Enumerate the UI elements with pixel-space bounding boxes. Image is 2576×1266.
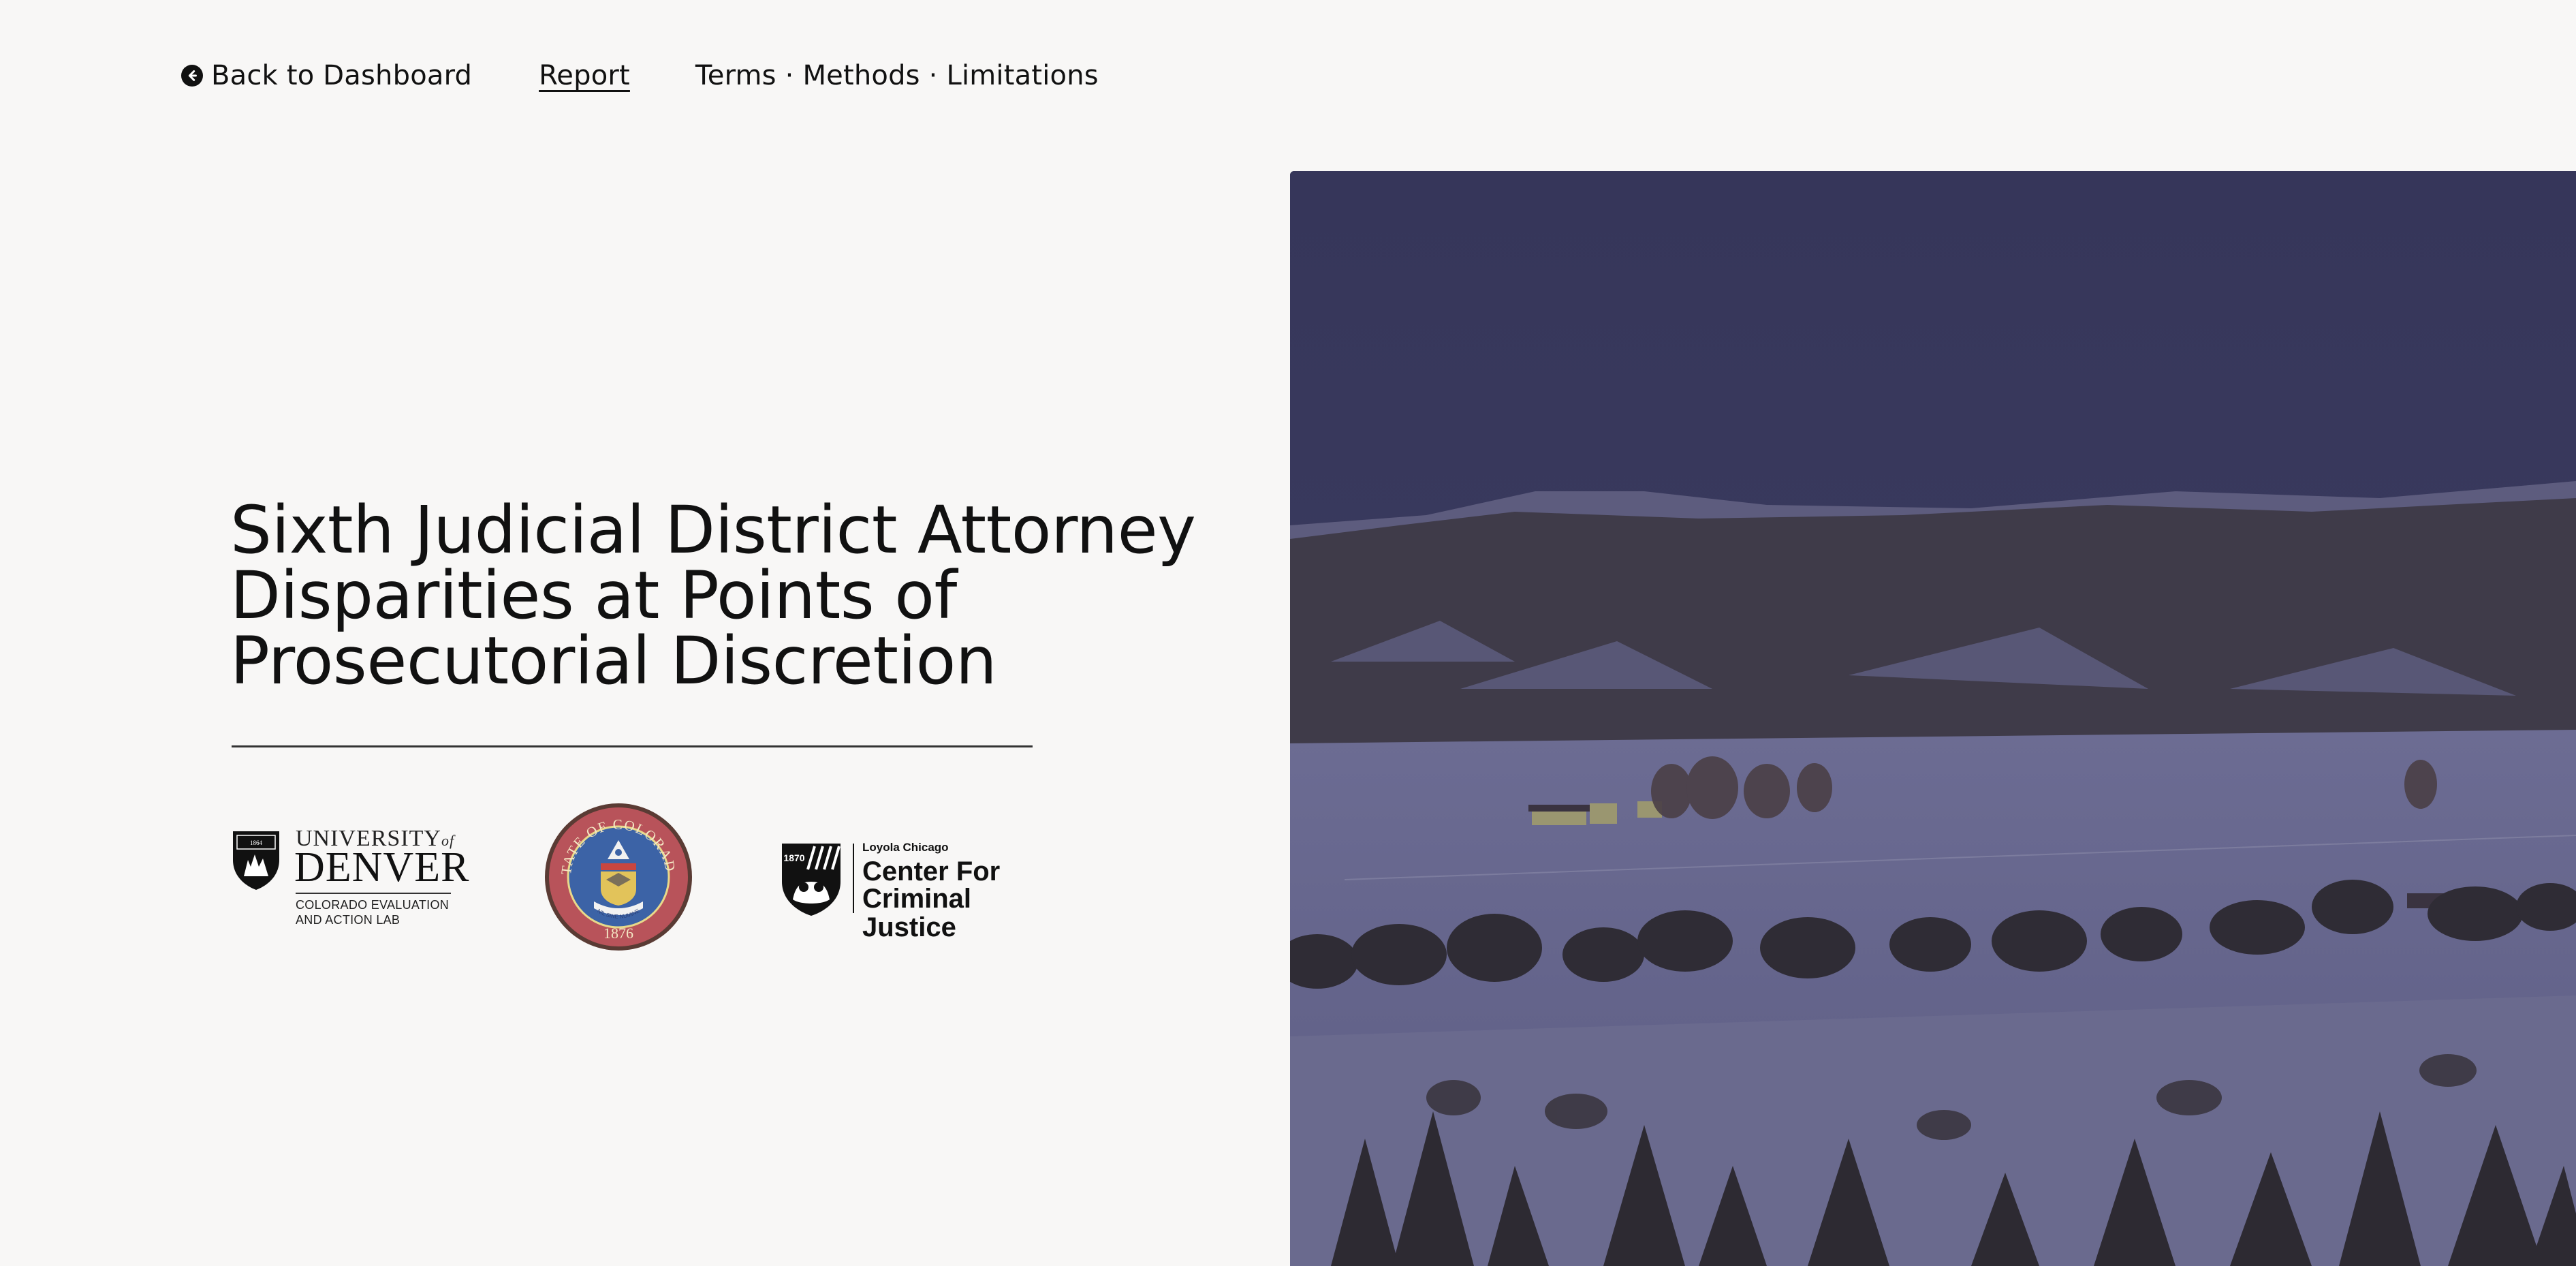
arrow-left-circle-icon <box>181 65 203 87</box>
back-to-dashboard-link[interactable]: Back to Dashboard <box>181 60 472 91</box>
title-line-2: Disparities at Points of <box>230 557 957 634</box>
du-denver-text: DENVER <box>294 844 470 891</box>
title-divider <box>232 745 1033 747</box>
university-of-denver-logo: 1864 UNIVERSITYof DENVER COLORADO EVALUA… <box>230 826 469 928</box>
title-line-3: Prosecutorial Discretion <box>230 623 997 699</box>
page-title: Sixth Judicial District Attorney Dispari… <box>230 497 1211 694</box>
terms-methods-limitations-link[interactable]: Terms · Methods · Limitations <box>695 60 1099 91</box>
du-rule <box>296 893 451 894</box>
top-nav: Back to Dashboard Report Terms · Methods… <box>181 60 1099 91</box>
state-of-colorado-seal-icon: STATE OF COLORADO NIL SINE NUMINE 1876 <box>544 802 692 951</box>
ccj-loyola-text: Loyola Chicago <box>862 841 949 854</box>
ccj-line-2: Criminal Justice <box>862 884 972 942</box>
ccj-divider <box>853 844 854 913</box>
report-link[interactable]: Report <box>539 60 630 91</box>
ccj-shield-year: 1870 <box>783 852 804 863</box>
du-crest-year: 1864 <box>250 839 263 846</box>
title-line-1: Sixth Judicial District Attorney <box>230 492 1196 568</box>
report-landing-page: Back to Dashboard Report Terms · Methods… <box>0 0 2576 1266</box>
seal-year: 1876 <box>603 925 633 942</box>
back-to-dashboard-label: Back to Dashboard <box>211 60 473 91</box>
du-lab-line-2: AND ACTION LAB <box>296 913 400 927</box>
ccj-line-1: Center For <box>862 856 1001 886</box>
loyola-shield-icon: 1870 <box>782 844 841 916</box>
du-lab-line-1: COLORADO EVALUATION <box>296 898 450 912</box>
hero-landscape-image <box>1290 171 2576 1266</box>
du-crest-icon: 1864 <box>233 831 279 890</box>
center-for-criminal-justice-logo: 1870 Loyola Chicago Center For Criminal … <box>781 839 1067 942</box>
landscape-photo <box>1290 171 2576 1266</box>
